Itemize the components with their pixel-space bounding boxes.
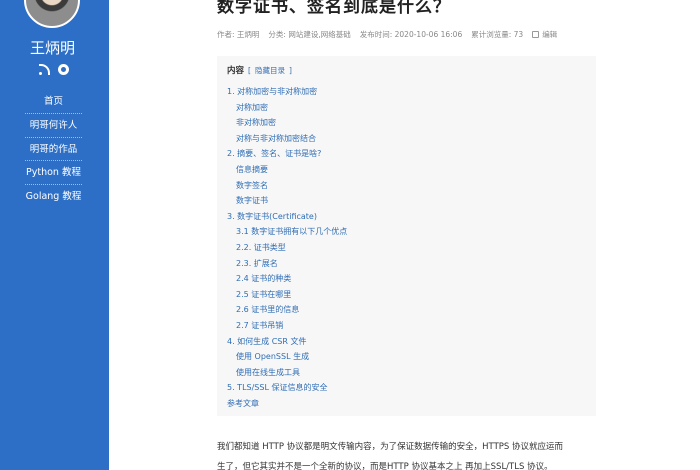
toc-item[interactable]: 对称与非对称加密结合 (227, 131, 586, 147)
body-line: 我们都知道 HTTP 协议都是明文传输内容，为了保证数据传输的安全，HTTPS … (217, 442, 564, 452)
toc-item[interactable]: 2.6 证书里的信息 (227, 302, 586, 318)
nav-item-about[interactable]: 明哥何许人 (25, 114, 82, 138)
page-title: 数字证书、签名到底是什么？ (217, 0, 451, 17)
toc-list: 1. 对称加密与非对称加密 对称加密 非对称加密 对称与非对称加密结合 2. 摘要、签名… (227, 84, 586, 411)
site-name[interactable]: 王炳明 (0, 37, 105, 58)
toc-bracket-open: [ (248, 65, 251, 75)
edit-label: 编辑 (542, 30, 558, 39)
toc-item[interactable]: 使用 OpenSSL 生成 (227, 349, 586, 365)
toc-item[interactable]: 非对称加密 (227, 115, 586, 131)
nav-item-golang-tutorial[interactable]: Golang 教程 (25, 185, 82, 209)
github-icon[interactable] (58, 64, 69, 75)
meta-author: 作者: 王炳明 (217, 30, 260, 39)
toc-item[interactable]: 5. TLS/SSL 保证信息的安全 (227, 380, 586, 396)
toc-header: 内容 [ 隐藏目录 ] (227, 64, 586, 77)
toc-hide-toggle[interactable]: 隐藏目录 (255, 65, 285, 76)
nav-item-works[interactable]: 明哥的作品 (25, 138, 82, 162)
sidebar-nav: 首页 明哥何许人 明哥的作品 Python 教程 Golang 教程 (25, 90, 82, 209)
toc-item[interactable]: 参考文章 (227, 396, 586, 412)
toc-item[interactable]: 使用在线生成工具 (227, 365, 586, 381)
pencil-icon (532, 31, 540, 38)
toc-item[interactable]: 3.1 数字证书拥有以下几个优点 (227, 224, 586, 240)
toc-item[interactable]: 信息摘要 (227, 162, 586, 178)
edit-link[interactable]: 编辑 (532, 29, 557, 40)
toc-item[interactable]: 数字证书 (227, 193, 586, 209)
toc-item[interactable]: 2.3. 扩展名 (227, 256, 586, 272)
body-line: 生了，但它其实并不是一个全新的协议，而是HTTP 协议基本之上 再加上SSL/T… (217, 462, 553, 470)
article-body: 我们都知道 HTTP 协议都是明文传输内容，为了保证数据传输的安全，HTTPS … (217, 437, 617, 470)
toc-item[interactable]: 3. 数字证书(Certificate) (227, 209, 586, 225)
meta-published: 发布时间: 2020-10-06 16:06 (359, 30, 463, 39)
toc-item[interactable]: 1. 对称加密与非对称加密 (227, 84, 586, 100)
toc-title: 内容 (227, 66, 245, 76)
toc-item[interactable]: 2.5 证书在哪里 (227, 287, 586, 303)
toc-item[interactable]: 2.2. 证书类型 (227, 240, 586, 256)
rss-icon[interactable] (39, 64, 50, 75)
toc-bracket-close: ] (288, 65, 292, 75)
toc-item[interactable]: 2.7 证书吊销 (227, 318, 586, 334)
nav-item-python-tutorial[interactable]: Python 教程 (25, 161, 82, 186)
article-meta: 作者: 王炳明 分类: 网站建设,网络基础 发布时间: 2020-10-06 1… (217, 29, 557, 40)
table-of-contents: 内容 [ 隐藏目录 ] 1. 对称加密与非对称加密 对称加密 非对称加密 对称与非对称… (217, 56, 596, 416)
toc-item[interactable]: 2.4 证书的种类 (227, 271, 586, 287)
toc-item[interactable]: 对称加密 (227, 100, 586, 116)
meta-views: 累计浏览量: 73 (471, 30, 524, 39)
toc-item[interactable]: 2. 摘要、签名、证书是啥? (227, 146, 586, 162)
nav-item-home[interactable]: 首页 (25, 90, 82, 114)
toc-item[interactable]: 数字签名 (227, 178, 586, 194)
meta-category[interactable]: 分类: 网站建设,网络基础 (268, 29, 350, 40)
toc-item[interactable]: 4. 如何生成 CSR 文件 (227, 334, 586, 350)
sidebar: 王炳明 首页 明哥何许人 明哥的作品 Python 教程 Golang 教程 (0, 0, 109, 470)
social-links (39, 64, 69, 75)
avatar[interactable] (24, 0, 80, 28)
